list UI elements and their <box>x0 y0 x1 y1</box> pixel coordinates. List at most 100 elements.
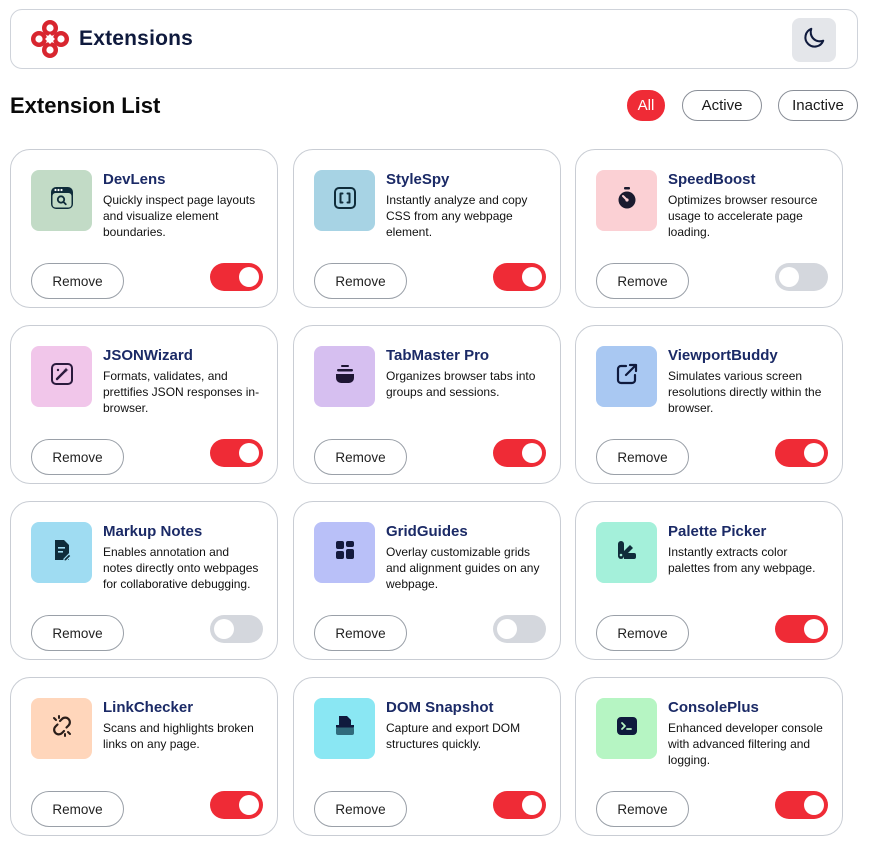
moon-icon <box>801 25 827 56</box>
extension-icon-tile <box>31 346 92 407</box>
active-toggle[interactable] <box>493 615 546 643</box>
extension-name: GridGuides <box>386 523 468 540</box>
extension-description: Instantly analyze and copy CSS from any … <box>386 193 528 239</box>
stacked-tabs-icon <box>331 360 359 393</box>
extension-card: StyleSpy Instantly analyze and copy CSS f… <box>293 149 561 308</box>
filter-all-button[interactable]: All <box>627 90 665 121</box>
stopwatch-icon <box>613 184 641 217</box>
remove-button[interactable]: Remove <box>31 615 124 651</box>
extension-name: StyleSpy <box>386 171 450 188</box>
extension-name: LinkChecker <box>103 699 194 716</box>
logo-icon <box>31 20 69 58</box>
remove-button[interactable]: Remove <box>314 791 407 827</box>
extension-description: Organizes browser tabs into groups and s… <box>386 369 536 399</box>
extension-icon-tile <box>31 698 92 759</box>
remove-button[interactable]: Remove <box>31 791 124 827</box>
app-header: Extensions <box>10 9 858 69</box>
toggle-knob <box>522 795 542 815</box>
extension-icon-tile <box>596 522 657 583</box>
extension-description: Enhanced developer console with advanced… <box>668 721 823 767</box>
toggle-knob <box>239 267 259 287</box>
extension-description: Capture and export DOM structures quickl… <box>386 721 521 751</box>
terminal-icon <box>613 712 641 745</box>
active-toggle[interactable] <box>493 263 546 291</box>
remove-button[interactable]: Remove <box>314 439 407 475</box>
extension-name: ViewportBuddy <box>668 347 778 364</box>
extension-card: ConsolePlus Enhanced developer console wi… <box>575 677 843 836</box>
remove-button[interactable]: Remove <box>596 263 689 299</box>
broken-link-icon <box>48 712 76 745</box>
extension-name: SpeedBoost <box>668 171 756 188</box>
toggle-knob <box>804 443 824 463</box>
extension-description: Simulates various screen resolutions dir… <box>668 369 822 415</box>
remove-button[interactable]: Remove <box>31 263 124 299</box>
extension-description: Scans and highlights broken links on any… <box>103 721 254 751</box>
active-toggle[interactable] <box>493 791 546 819</box>
toggle-knob <box>522 267 542 287</box>
toggle-knob <box>239 443 259 463</box>
extension-icon-tile <box>596 698 657 759</box>
extension-name: DOM Snapshot <box>386 699 494 716</box>
extension-description: Formats, validates, and prettifies JSON … <box>103 369 260 415</box>
extension-name: JSONWizard <box>103 347 193 364</box>
extension-description: Instantly extracts color palettes from a… <box>668 545 816 575</box>
active-toggle[interactable] <box>775 791 828 819</box>
extension-card: DOM Snapshot Capture and export DOM struc… <box>293 677 561 836</box>
extension-name: TabMaster Pro <box>386 347 490 364</box>
extension-name: ConsolePlus <box>668 699 759 716</box>
theme-toggle-button[interactable] <box>792 18 836 62</box>
extension-card: LinkChecker Scans and highlights broken l… <box>10 677 278 836</box>
extension-icon-tile <box>314 522 375 583</box>
toggle-knob <box>804 795 824 815</box>
extension-card: JSONWizard Formats, validates, and pretti… <box>10 325 278 484</box>
grid-icon <box>331 536 359 569</box>
extension-name: Markup Notes <box>103 523 203 540</box>
toggle-knob <box>804 619 824 639</box>
active-toggle[interactable] <box>493 439 546 467</box>
toggle-knob <box>779 267 799 287</box>
magic-file-icon <box>48 360 76 393</box>
extension-icon-tile <box>314 698 375 759</box>
brackets-icon <box>331 184 359 217</box>
palette-icon <box>613 536 641 569</box>
browser-search-icon <box>49 185 75 216</box>
extension-card: DevLens Quickly inspect page layouts and … <box>10 149 278 308</box>
toggle-knob <box>522 443 542 463</box>
extension-card: Palette Picker Instantly extracts color p… <box>575 501 843 660</box>
extension-card: Markup Notes Enables annotation and notes… <box>10 501 278 660</box>
extension-description: Overlay customizable grids and alignment… <box>386 545 540 591</box>
remove-button[interactable]: Remove <box>314 263 407 299</box>
extension-icon-tile <box>31 522 92 583</box>
list-title: Extension List <box>10 93 161 118</box>
remove-button[interactable]: Remove <box>596 791 689 827</box>
active-toggle[interactable] <box>775 263 828 291</box>
extension-name: Palette Picker <box>668 523 767 540</box>
external-link-icon <box>613 360 641 393</box>
active-toggle[interactable] <box>210 439 263 467</box>
note-pen-icon <box>48 536 76 569</box>
extension-description: Optimizes browser resource usage to acce… <box>668 193 818 239</box>
active-toggle[interactable] <box>210 263 263 291</box>
toggle-knob <box>214 619 234 639</box>
active-toggle[interactable] <box>775 439 828 467</box>
filter-active-button[interactable]: Active <box>682 90 762 121</box>
active-toggle[interactable] <box>210 615 263 643</box>
toggle-knob <box>497 619 517 639</box>
remove-button[interactable]: Remove <box>31 439 124 475</box>
extension-icon-tile <box>31 170 92 231</box>
extension-name: DevLens <box>103 171 166 188</box>
filter-inactive-button[interactable]: Inactive <box>778 90 858 121</box>
extension-card: ViewportBuddy Simulates various screen re… <box>575 325 843 484</box>
remove-button[interactable]: Remove <box>596 615 689 651</box>
extension-card: SpeedBoost Optimizes browser resource usa… <box>575 149 843 308</box>
extension-description: Enables annotation and notes directly on… <box>103 545 259 591</box>
extension-card: TabMaster Pro Organizes browser tabs into… <box>293 325 561 484</box>
remove-button[interactable]: Remove <box>596 439 689 475</box>
extension-icon-tile <box>596 346 657 407</box>
extension-icon-tile <box>314 170 375 231</box>
active-toggle[interactable] <box>210 791 263 819</box>
app-title: Extensions <box>79 27 194 50</box>
remove-button[interactable]: Remove <box>314 615 407 651</box>
active-toggle[interactable] <box>775 615 828 643</box>
toggle-knob <box>239 795 259 815</box>
